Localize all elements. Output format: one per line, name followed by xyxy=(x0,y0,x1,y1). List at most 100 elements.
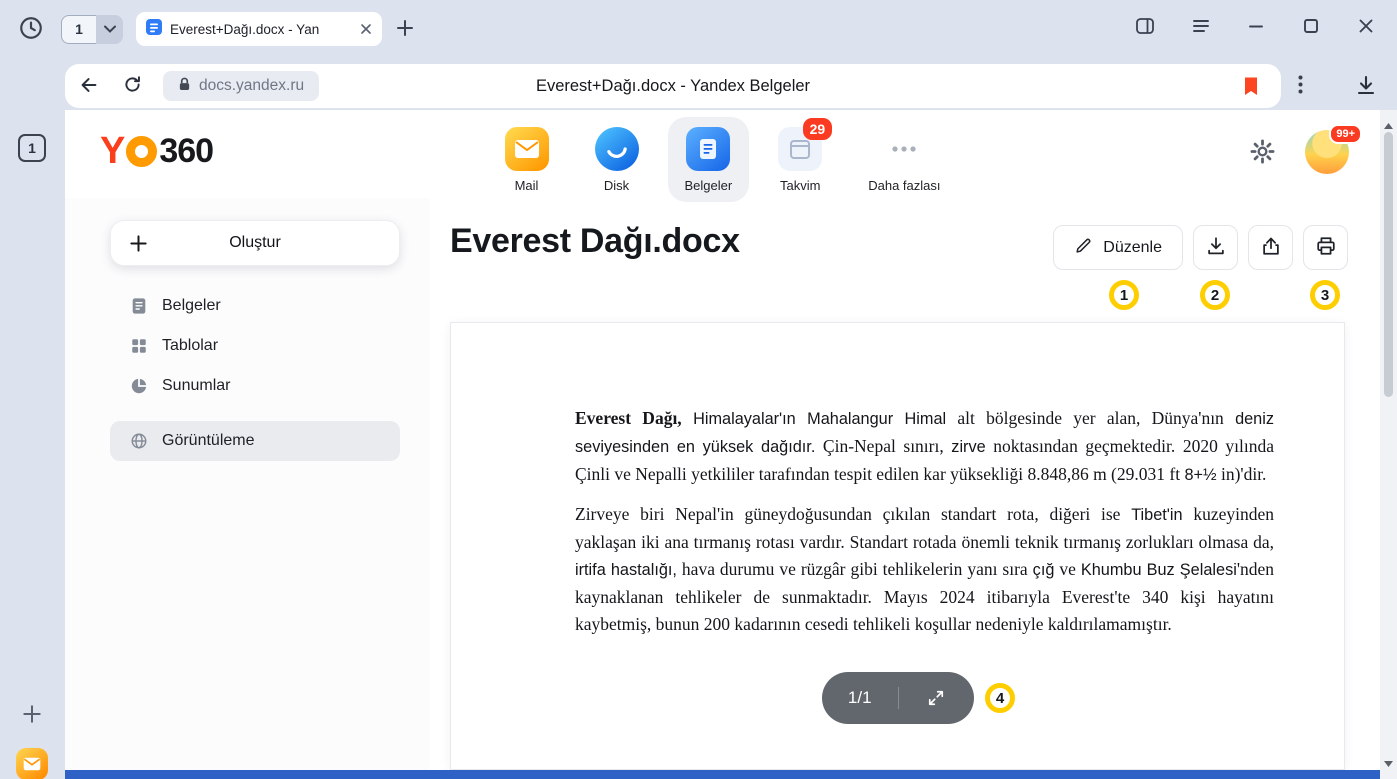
page-scrollbar[interactable] xyxy=(1380,110,1397,779)
document-title: Everest Dağı.docx xyxy=(450,222,740,261)
tab-title: Everest+Dağı.docx - Yan xyxy=(170,22,352,37)
sidebar-item-documents[interactable]: Belgeler xyxy=(110,286,400,326)
browser-tab-bar: 1 Everest+Dağı.docx - Yan xyxy=(0,0,1397,58)
bookmark-icon[interactable] xyxy=(1243,76,1259,96)
plus-icon xyxy=(21,703,43,728)
site-domain-pill[interactable]: docs.yandex.ru xyxy=(163,71,319,101)
service-more[interactable]: Daha fazlası xyxy=(851,117,957,202)
profile-avatar[interactable]: 99+ xyxy=(1305,130,1349,174)
reload-button[interactable] xyxy=(122,74,143,98)
service-label: Disk xyxy=(604,178,629,193)
scroll-down-arrow-icon[interactable] xyxy=(1384,754,1393,772)
close-icon[interactable] xyxy=(1356,16,1376,36)
sidebar-item-tables[interactable]: Tablolar xyxy=(110,326,400,366)
services-nav: Mail Disk Belgeler 29 Takvim xyxy=(488,117,958,202)
site-domain: docs.yandex.ru xyxy=(199,77,304,95)
yandex-docs-page: Y 360 Mail Disk Belgeler xyxy=(65,110,1380,770)
sidebar-item-presentations[interactable]: Sunumlar xyxy=(110,366,400,406)
sidebar-item-viewing[interactable]: Görüntüleme xyxy=(110,421,400,461)
logo-360-text: 360 xyxy=(159,131,213,171)
settings-gear-icon[interactable] xyxy=(1249,138,1276,170)
back-arrow-icon xyxy=(78,74,100,99)
yandex-mail-app-icon[interactable] xyxy=(16,748,48,779)
page-indicator-pill: 1/1 xyxy=(822,672,974,724)
browser-window: 1 Everest+Dağı.docx - Yan docs.yandex.ru… xyxy=(0,0,1397,779)
printer-icon xyxy=(1315,235,1337,260)
docs-favicon-icon xyxy=(146,19,162,40)
callout-badge-3: 3 xyxy=(1310,280,1340,310)
browser-tab[interactable]: Everest+Dağı.docx - Yan xyxy=(136,12,382,46)
download-button[interactable] xyxy=(1193,225,1238,270)
sidebar-item-label: Sunumlar xyxy=(162,377,230,395)
service-label: Takvim xyxy=(780,178,820,193)
reload-icon xyxy=(122,74,143,98)
edit-button[interactable]: Düzenle xyxy=(1053,225,1183,270)
back-button[interactable] xyxy=(78,74,100,99)
downloads-icon[interactable] xyxy=(1354,73,1378,102)
chevron-down-icon[interactable] xyxy=(96,15,123,44)
service-docs[interactable]: Belgeler xyxy=(668,117,750,202)
more-options-kebab-icon[interactable] xyxy=(1298,75,1303,99)
service-mail[interactable]: Mail xyxy=(488,117,566,202)
new-tab-button[interactable] xyxy=(395,18,415,41)
sidebar-item-label: Tablolar xyxy=(162,337,218,355)
download-icon xyxy=(1205,235,1227,260)
minimize-icon[interactable] xyxy=(1246,16,1266,36)
service-label: Mail xyxy=(515,178,539,193)
calendar-icon: 29 xyxy=(778,127,822,171)
browser-menu-icon[interactable] xyxy=(1191,16,1211,36)
service-label: Belgeler xyxy=(685,178,733,193)
create-button-label: Oluştur xyxy=(111,234,399,252)
globe-icon xyxy=(130,432,148,450)
mail-icon xyxy=(505,127,549,171)
notification-badge: 99+ xyxy=(1329,124,1362,144)
share-button[interactable] xyxy=(1248,225,1293,270)
address-bar[interactable]: docs.yandex.ru Everest+Dağı.docx - Yande… xyxy=(65,64,1281,108)
tab-close-icon[interactable] xyxy=(360,23,372,35)
document-icon xyxy=(130,297,148,315)
side-panel-toggle-icon[interactable] xyxy=(1135,16,1155,36)
callout-badge-1: 1 xyxy=(1109,280,1139,310)
sidebar-item-label: Belgeler xyxy=(162,297,221,315)
document-actions: Düzenle xyxy=(1053,225,1348,270)
tab-counter[interactable]: 1 xyxy=(61,15,96,44)
fullscreen-expand-button[interactable] xyxy=(899,688,975,708)
service-disk[interactable]: Disk xyxy=(578,117,656,202)
print-button[interactable] xyxy=(1303,225,1348,270)
plus-icon xyxy=(129,234,148,253)
site-header: Y 360 Mail Disk Belgeler xyxy=(65,110,1380,198)
create-button[interactable]: Oluştur xyxy=(110,220,400,266)
document-paragraph: Everest Dağı, Himalayalar'ın Mahalangur … xyxy=(575,405,1274,489)
bottom-bar xyxy=(65,770,1380,779)
callout-badge-4: 4 xyxy=(985,683,1015,713)
documents-icon xyxy=(686,127,730,171)
calendar-badge: 29 xyxy=(803,118,833,140)
logo-ring-icon xyxy=(126,136,157,167)
table-grid-icon xyxy=(130,337,148,355)
document-text: Everest Dağı, Himalayalar'ın Mahalangur … xyxy=(451,323,1344,638)
service-label: Daha fazlası xyxy=(868,178,940,193)
docs-sidebar: Oluştur Belgeler Tablolar Sunumlar Görü xyxy=(65,198,430,770)
share-upload-icon xyxy=(1260,235,1282,260)
maximize-icon[interactable] xyxy=(1301,16,1321,36)
sidebar-nav: Belgeler Tablolar Sunumlar Görüntüleme xyxy=(110,286,400,461)
lock-icon xyxy=(178,76,191,97)
service-calendar[interactable]: 29 Takvim xyxy=(761,117,839,202)
scrollbar-thumb[interactable] xyxy=(1384,132,1393,397)
history-button[interactable] xyxy=(18,15,44,44)
edit-button-label: Düzenle xyxy=(1103,239,1162,257)
browser-side-strip: 1 ⋯ xyxy=(0,58,65,779)
clock-icon xyxy=(18,15,44,44)
logo-y-mark: Y xyxy=(100,131,125,171)
pie-chart-icon xyxy=(130,377,148,395)
plus-icon xyxy=(395,18,415,41)
yandex-360-logo[interactable]: Y 360 xyxy=(100,131,213,171)
side-strip-tab-counter[interactable]: 1 xyxy=(18,134,46,162)
sidebar-item-label: Görüntüleme xyxy=(162,432,255,450)
document-paragraph: Zirveye biri Nepal'in güneydoğusundan çı… xyxy=(575,501,1274,638)
side-strip-add-button[interactable] xyxy=(21,703,43,728)
tab-counter-control[interactable]: 1 xyxy=(61,15,123,44)
disk-icon xyxy=(595,127,639,171)
ellipsis-icon xyxy=(882,127,926,171)
pencil-icon xyxy=(1074,236,1093,260)
